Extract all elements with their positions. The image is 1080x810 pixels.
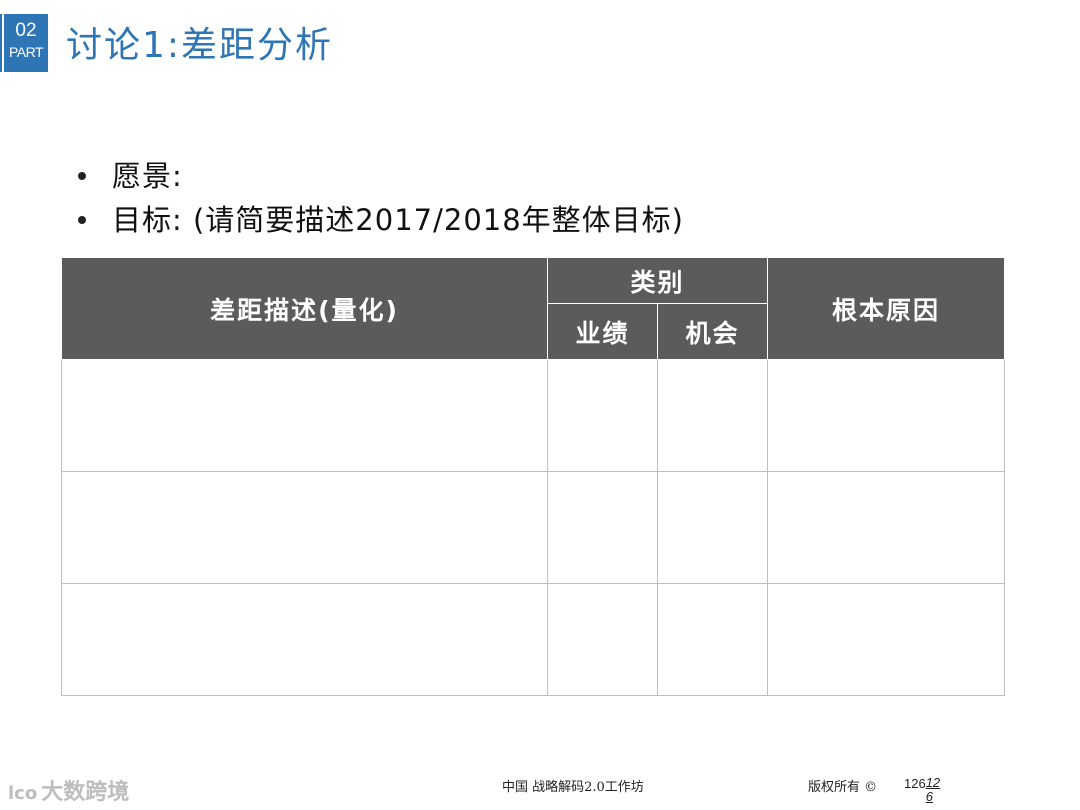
table-cell	[547, 583, 658, 696]
watermark-logo-icon: lco	[8, 783, 38, 804]
footer-copyright: 版权所有 ©	[808, 780, 878, 795]
bullet-dot-icon	[78, 216, 86, 224]
table-row	[61, 359, 1006, 472]
bullet-vision: 愿景:	[78, 154, 684, 198]
page-number: 12612 6	[904, 776, 940, 804]
table-row	[61, 471, 1006, 584]
table-cell	[547, 471, 658, 584]
table-cell	[547, 359, 658, 472]
header-root-cause: 根本原因	[767, 257, 1006, 360]
table-cell	[61, 359, 548, 472]
bullet-list: 愿景: 目标: (请简要描述2017/2018年整体目标)	[78, 154, 684, 242]
header-category: 类别	[546, 257, 769, 304]
header-opportunity: 机会	[656, 303, 769, 360]
bullet-dot-icon	[78, 172, 86, 180]
table-cell	[767, 583, 1006, 696]
table-cell	[656, 359, 769, 472]
table-cell	[656, 471, 769, 584]
footer-workshop: 中国 战略解码2.0工作坊	[502, 780, 644, 795]
page-number-a: 126	[904, 776, 926, 791]
part-number: 02	[15, 20, 37, 41]
watermark-text: 大数跨境	[41, 780, 130, 805]
bullet-goal: 目标: (请简要描述2017/2018年整体目标)	[78, 198, 684, 242]
page-title: 讨论1:差距分析	[66, 25, 334, 66]
table-row	[61, 583, 1006, 696]
table-cell	[656, 583, 769, 696]
header-gap-description: 差距描述(量化)	[61, 257, 548, 360]
page-number-b: 12 6	[925, 775, 941, 804]
gap-analysis-table: 差距描述(量化) 类别 根本原因 业绩 机会	[61, 257, 1006, 696]
table-cell	[767, 359, 1006, 472]
bullet-text: 目标: (请简要描述2017/2018年整体目标)	[112, 203, 684, 237]
part-badge: 02 PART	[0, 14, 48, 72]
watermark: lco 大数跨境	[8, 774, 129, 806]
bullet-text: 愿景:	[112, 159, 183, 193]
part-label: PART	[8, 44, 44, 60]
table-cell	[61, 583, 548, 696]
table-cell	[767, 471, 1006, 584]
table-cell	[61, 471, 548, 584]
header-performance: 业绩	[547, 303, 658, 360]
